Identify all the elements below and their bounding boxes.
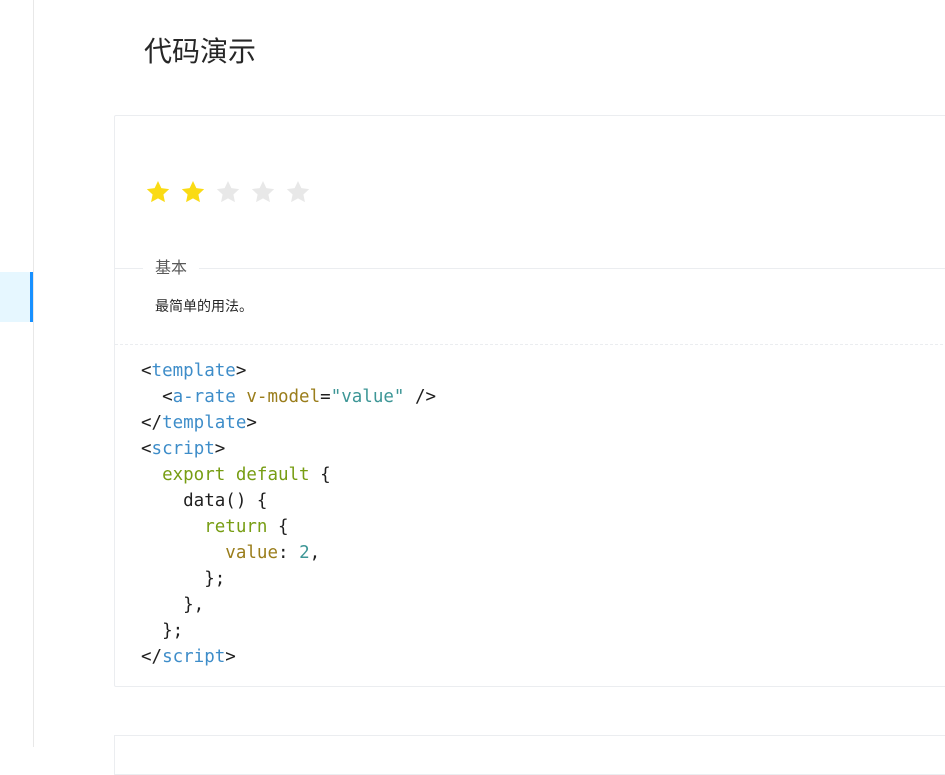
star-icon[interactable]: [180, 179, 206, 205]
code-line: },: [141, 595, 205, 615]
code-line: };: [141, 569, 226, 589]
code-line: return {: [204, 517, 289, 537]
code-line: value: 2,: [225, 543, 321, 563]
code-line: </template>: [141, 413, 257, 433]
demo-card: 基本 最简单的用法。 <template> <a-rate v-model="v…: [114, 115, 945, 687]
star-icon[interactable]: [285, 179, 311, 205]
demo-description: 最简单的用法。: [155, 299, 253, 315]
code-line: <script>: [141, 439, 226, 459]
meta-divider: [115, 268, 945, 269]
next-demo-card: [114, 735, 945, 775]
code-line: <template>: [141, 361, 247, 381]
code-line: <a-rate v-model="value" />: [141, 387, 437, 407]
code-snippet: <template> <a-rate v-model="value" /> </…: [141, 358, 436, 670]
star-icon[interactable]: [215, 179, 241, 205]
code-line: export default {: [162, 465, 331, 485]
star-icon[interactable]: [145, 179, 171, 205]
code-line: };: [141, 621, 184, 641]
code-line: data() {: [141, 491, 268, 511]
star-icon[interactable]: [250, 179, 276, 205]
sidebar: [0, 0, 34, 747]
sidebar-active-item[interactable]: [0, 272, 33, 322]
demo-meta: 基本 最简单的用法。: [115, 256, 945, 345]
rate-component[interactable]: [145, 174, 320, 210]
code-line: </script>: [141, 647, 236, 667]
page-title: 代码演示: [144, 35, 257, 68]
demo-title: 基本: [143, 256, 200, 280]
